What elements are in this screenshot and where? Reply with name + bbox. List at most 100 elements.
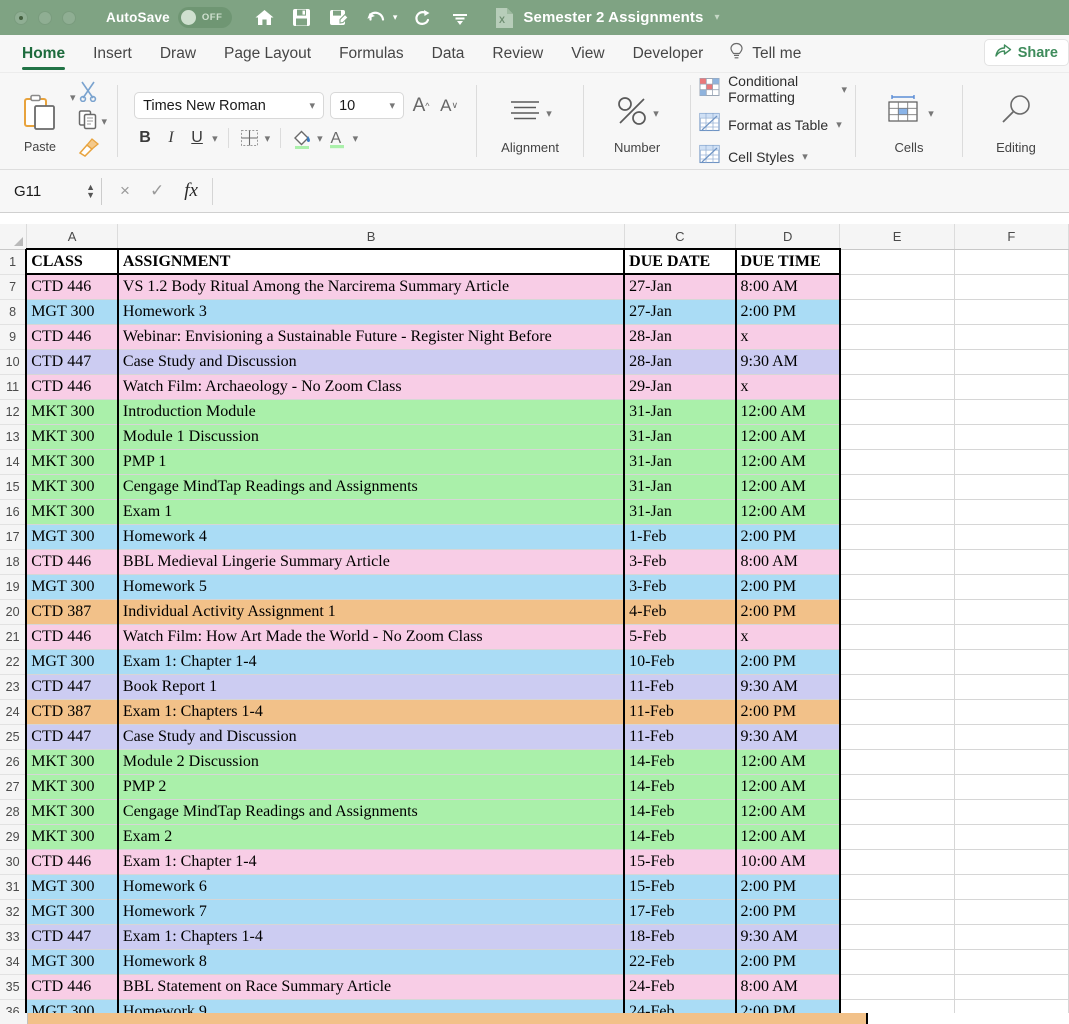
cell[interactable]	[839, 874, 955, 900]
row-header[interactable]: 27	[0, 774, 27, 800]
cell-assignment[interactable]: Case Study and Discussion	[116, 724, 625, 750]
cell[interactable]	[839, 774, 955, 800]
cell[interactable]	[954, 499, 1069, 525]
cell[interactable]	[839, 474, 955, 500]
alignment-dropdown-icon[interactable]: ▾	[546, 107, 552, 120]
cell[interactable]	[954, 824, 1069, 850]
cell[interactable]	[954, 299, 1069, 325]
cell[interactable]	[954, 974, 1069, 1000]
cell-assignment[interactable]: Watch Film: Archaeology - No Zoom Class	[116, 374, 625, 400]
row-header[interactable]: 23	[0, 674, 27, 700]
maximize-window-button[interactable]	[62, 10, 76, 25]
cell-due-time[interactable]: 9:30 AM	[734, 724, 841, 750]
formula-input[interactable]	[211, 177, 1069, 205]
underline-button[interactable]: U	[186, 126, 208, 150]
row-header[interactable]: 16	[0, 499, 27, 525]
cell-assignment[interactable]: Exam 1: Chapters 1-4	[116, 924, 625, 950]
cell-due-time[interactable]: 8:00 AM	[734, 274, 841, 300]
cell-due-date[interactable]: 31-Jan	[623, 399, 737, 425]
italic-button[interactable]: I	[160, 126, 182, 150]
row-header[interactable]: 28	[0, 799, 27, 825]
cell-assignment[interactable]: Exam 1: Chapters 1-4	[116, 699, 625, 725]
cell-due-date[interactable]: 3-Feb	[623, 549, 737, 575]
cell-due-time-header[interactable]: DUE TIME	[734, 248, 841, 275]
cell[interactable]	[839, 274, 955, 300]
spreadsheet-grid[interactable]: A B C D E F 1 CLASS ASSIGNMENT DUE DATE DUE …	[0, 224, 1069, 1024]
close-window-button[interactable]	[14, 10, 28, 25]
font-size-select[interactable]: 10 ▾	[330, 92, 405, 119]
row-header[interactable]: 34	[0, 949, 27, 975]
row-header[interactable]: 13	[0, 424, 27, 450]
customize-toolbar-icon[interactable]	[449, 7, 471, 29]
cell[interactable]	[839, 899, 955, 925]
cell-assignment[interactable]: Exam 1: Chapter 1-4	[116, 649, 625, 675]
cells-button[interactable]: ▾ Cells	[866, 73, 952, 169]
cell-due-date[interactable]: 14-Feb	[623, 824, 737, 850]
fill-color-icon[interactable]	[291, 126, 313, 150]
cell-due-date[interactable]: 15-Feb	[623, 874, 737, 900]
cell-class[interactable]: CTD 446	[25, 974, 119, 1000]
cell-due-time[interactable]: 8:00 AM	[734, 974, 841, 1000]
cell-due-time[interactable]: 12:00 AM	[734, 449, 841, 475]
cell-due-time[interactable]: 2:00 PM	[734, 874, 841, 900]
cell[interactable]	[954, 324, 1069, 350]
tab-formulas[interactable]: Formulas	[325, 35, 418, 73]
cell-due-date[interactable]: 27-Jan	[623, 274, 737, 300]
cell-assignment[interactable]: Webinar: Envisioning a Sustainable Futur…	[116, 324, 625, 350]
cell[interactable]	[839, 649, 955, 675]
cell-due-date[interactable]: 17-Feb	[623, 899, 737, 925]
cell-due-date[interactable]: 24-Feb	[623, 974, 737, 1000]
cell-class[interactable]: CTD 387	[25, 599, 119, 625]
confirm-entry-button[interactable]: ✓	[150, 181, 164, 201]
cell-due-time[interactable]: 10:00 AM	[734, 849, 841, 875]
cell[interactable]	[839, 624, 955, 650]
cell-class[interactable]: MGT 300	[25, 874, 119, 900]
row-header[interactable]: 15	[0, 474, 27, 500]
insert-function-button[interactable]: fx	[184, 180, 198, 202]
row-header[interactable]: 12	[0, 399, 27, 425]
row-header[interactable]: 30	[0, 849, 27, 875]
cell-assignment[interactable]: Homework 5	[116, 574, 625, 600]
cell-due-time[interactable]: 12:00 AM	[734, 749, 841, 775]
number-format-dropdown-icon[interactable]: ▾	[653, 107, 659, 120]
cell-class[interactable]: MGT 300	[25, 899, 119, 925]
cell-class[interactable]: MKT 300	[25, 824, 119, 850]
bold-button[interactable]: B	[134, 126, 156, 150]
cell-due-time[interactable]: 12:00 AM	[734, 824, 841, 850]
cancel-entry-button[interactable]: ×	[120, 181, 130, 201]
cell-due-time[interactable]: 2:00 PM	[734, 649, 841, 675]
document-title-group[interactable]: X Semester 2 Assignments ▾	[495, 7, 720, 29]
cell[interactable]	[954, 924, 1069, 950]
cell-assignment[interactable]: Homework 3	[116, 299, 625, 325]
cell[interactable]	[954, 374, 1069, 400]
row-header[interactable]: 22	[0, 649, 27, 675]
row-header[interactable]: 29	[0, 824, 27, 850]
cell-class[interactable]: CTD 447	[25, 924, 119, 950]
tab-home[interactable]: Home	[8, 35, 79, 73]
cell-class[interactable]: CTD 446	[25, 324, 119, 350]
cell[interactable]	[839, 424, 955, 450]
borders-icon[interactable]	[239, 126, 261, 150]
editing-button[interactable]: Editing	[973, 73, 1059, 169]
cell-due-time[interactable]: x	[734, 374, 841, 400]
cell-due-time[interactable]: x	[734, 324, 841, 350]
cell[interactable]	[954, 424, 1069, 450]
cell-due-time[interactable]: 12:00 AM	[734, 774, 841, 800]
cell-due-date[interactable]: 11-Feb	[623, 699, 737, 725]
cell-due-date[interactable]: 29-Jan	[623, 374, 737, 400]
cell-assignment[interactable]: Homework 7	[116, 899, 625, 925]
cell[interactable]	[839, 524, 955, 550]
cell-assignment[interactable]: VS 1.2 Body Ritual Among the Narcirema S…	[116, 274, 625, 300]
undo-icon[interactable]	[365, 7, 387, 29]
cell[interactable]	[839, 799, 955, 825]
cell-due-time[interactable]: 9:30 AM	[734, 349, 841, 375]
alignment-button[interactable]: ▾ Alignment	[487, 73, 573, 169]
cell-assignment[interactable]: Module 1 Discussion	[116, 424, 625, 450]
fill-color-dropdown-icon[interactable]: ▾	[317, 132, 323, 145]
cell-due-date[interactable]: 1-Feb	[623, 524, 737, 550]
cell-assignment[interactable]: BBL Medieval Lingerie Summary Article	[116, 549, 625, 575]
tab-review[interactable]: Review	[478, 35, 557, 73]
cell-due-time[interactable]: 2:00 PM	[734, 899, 841, 925]
cell-class[interactable]: MGT 300	[25, 524, 119, 550]
cell-due-date[interactable]: 27-Jan	[623, 299, 737, 325]
